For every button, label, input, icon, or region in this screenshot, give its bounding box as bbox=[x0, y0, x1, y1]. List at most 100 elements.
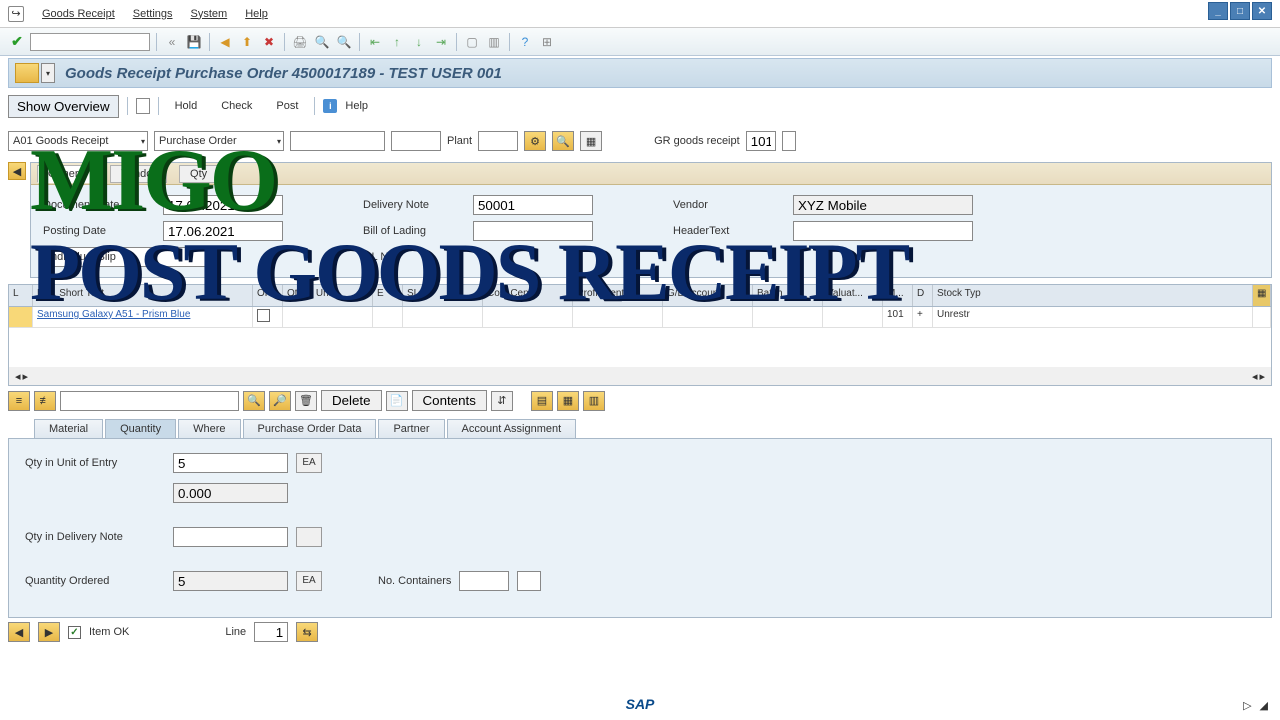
prev-item-button[interactable]: ◀ bbox=[8, 622, 30, 642]
col-profit[interactable]: Profit Center bbox=[573, 285, 663, 306]
contents-button[interactable]: Contents bbox=[412, 390, 487, 411]
nav-back-icon[interactable]: ◀ bbox=[216, 33, 234, 51]
print-icon[interactable]: 🖨 bbox=[291, 33, 309, 51]
grid-scrollbar[interactable]: ◂▸ ◂▸ bbox=[9, 367, 1271, 385]
document-icon[interactable] bbox=[136, 98, 150, 114]
vendor-input[interactable] bbox=[793, 195, 973, 215]
filter-input[interactable] bbox=[60, 391, 239, 411]
tab-general[interactable]: General bbox=[37, 165, 98, 183]
last-page-icon[interactable]: ⇥ bbox=[432, 33, 450, 51]
split-button[interactable]: ⇵ bbox=[491, 391, 513, 411]
command-field[interactable] bbox=[30, 33, 150, 51]
layout-icon[interactable]: ▥ bbox=[485, 33, 503, 51]
col-mat[interactable]: Mat. Short Text bbox=[33, 285, 253, 306]
slip-dropdown[interactable]: Individual Slip▾ bbox=[43, 247, 213, 267]
row-ok-checkbox[interactable] bbox=[257, 309, 270, 322]
line-input[interactable] bbox=[254, 622, 288, 642]
menu-settings[interactable]: Settings bbox=[133, 8, 173, 20]
menu-help[interactable]: Help bbox=[245, 8, 268, 20]
col-valuat[interactable]: Valuat... bbox=[823, 285, 883, 306]
delete-button[interactable]: Delete bbox=[321, 390, 382, 411]
window-controls[interactable]: _ □ ✕ bbox=[1208, 2, 1272, 20]
col-cost[interactable]: Cost Center bbox=[483, 285, 573, 306]
next-item-button[interactable]: ▶ bbox=[38, 622, 60, 642]
find-next-icon[interactable]: 🔍 bbox=[335, 33, 353, 51]
show-overview-button[interactable]: Show Overview bbox=[8, 95, 119, 118]
title-dropdown[interactable]: ▾ bbox=[41, 63, 55, 83]
check-button[interactable]: Check bbox=[213, 97, 260, 115]
new-session-icon[interactable]: ▢ bbox=[463, 33, 481, 51]
headertext-input[interactable] bbox=[793, 221, 973, 241]
deselect-button[interactable]: ≢ bbox=[34, 391, 56, 411]
col-stock[interactable]: Stock Typ bbox=[933, 285, 1253, 306]
find-item-button[interactable]: 🔍 bbox=[243, 391, 265, 411]
post-button[interactable]: Post bbox=[268, 97, 306, 115]
col-sloc[interactable]: SLoc bbox=[403, 285, 483, 306]
enter-icon[interactable]: ✔ bbox=[8, 33, 26, 51]
close-button[interactable]: ✕ bbox=[1252, 2, 1272, 20]
tab-where[interactable]: Where bbox=[178, 419, 240, 438]
layout1-button[interactable]: ▤ bbox=[531, 391, 553, 411]
prev-page-icon[interactable]: ↑ bbox=[388, 33, 406, 51]
execute-button[interactable]: ⚙ bbox=[524, 131, 546, 151]
search-po-button[interactable]: 🔍 bbox=[552, 131, 574, 151]
grid-button[interactable]: ▦ bbox=[580, 131, 602, 151]
help-icon[interactable]: ? bbox=[516, 33, 534, 51]
col-line[interactable]: L bbox=[9, 285, 33, 306]
po-number-input[interactable] bbox=[290, 131, 385, 151]
find-icon[interactable]: 🔍 bbox=[313, 33, 331, 51]
col-ok[interactable]: OK bbox=[253, 285, 283, 306]
col-qty[interactable]: Qty in UnE bbox=[283, 285, 373, 306]
first-page-icon[interactable]: ⇤ bbox=[366, 33, 384, 51]
table-row[interactable]: Samsung Galaxy A51 - Prism Blue 101 + Un… bbox=[9, 307, 1271, 327]
action-dropdown[interactable]: A01 Goods Receipt▾ bbox=[8, 131, 148, 151]
reference-dropdown[interactable]: Purchase Order▾ bbox=[154, 131, 284, 151]
nav-cancel-icon[interactable]: ✖ bbox=[260, 33, 278, 51]
col-unit[interactable]: E bbox=[373, 285, 403, 306]
scroll-right2-icon[interactable]: ▸ bbox=[1259, 370, 1265, 383]
line-sync-button[interactable]: ⇆ bbox=[296, 622, 318, 642]
qty-entry-input[interactable] bbox=[173, 453, 288, 473]
delivery-note-input[interactable] bbox=[473, 195, 593, 215]
col-m[interactable]: M... bbox=[883, 285, 913, 306]
tab-account[interactable]: Account Assignment bbox=[447, 419, 577, 438]
tab-material[interactable]: Material bbox=[34, 419, 103, 438]
back-icon[interactable]: « bbox=[163, 33, 181, 51]
next-page-icon[interactable]: ↓ bbox=[410, 33, 428, 51]
col-batch[interactable]: Batch bbox=[753, 285, 823, 306]
nav-exit-icon[interactable]: ⬆ bbox=[238, 33, 256, 51]
resize-icon[interactable]: ◢ bbox=[1260, 699, 1268, 712]
scroll-left-icon[interactable]: ◂ bbox=[15, 370, 21, 383]
layout3-button[interactable]: ▥ bbox=[583, 391, 605, 411]
po-item-input[interactable] bbox=[391, 131, 441, 151]
save-icon[interactable]: 💾 bbox=[185, 33, 203, 51]
movement-sign-input[interactable] bbox=[782, 131, 796, 151]
col-gl[interactable]: G/L Account bbox=[663, 285, 753, 306]
qty-delivery-input[interactable] bbox=[173, 527, 288, 547]
movement-type-input[interactable] bbox=[746, 131, 776, 151]
trash-icon[interactable]: 🗑 bbox=[295, 391, 317, 411]
layout2-button[interactable]: ▦ bbox=[557, 391, 579, 411]
tab-vendor[interactable]: Vendor bbox=[110, 165, 167, 183]
select-all-button[interactable]: ≡ bbox=[8, 391, 30, 411]
scroll-left2-icon[interactable]: ◂ bbox=[1252, 370, 1258, 383]
bol-input[interactable] bbox=[473, 221, 593, 241]
post-date-input[interactable] bbox=[163, 221, 283, 241]
contents-icon[interactable]: 📄 bbox=[386, 391, 408, 411]
scroll-right-icon[interactable]: ▸ bbox=[23, 370, 29, 383]
col-d[interactable]: D bbox=[913, 285, 933, 306]
tab-po-data[interactable]: Purchase Order Data bbox=[243, 419, 377, 438]
grid-config-button[interactable]: ▦ bbox=[1253, 285, 1271, 306]
maximize-button[interactable]: □ bbox=[1230, 2, 1250, 20]
menu-goods-receipt[interactable]: Goods Receipt bbox=[42, 8, 115, 20]
header-collapse-button[interactable]: ◀ bbox=[8, 162, 26, 180]
material-link[interactable]: Samsung Galaxy A51 - Prism Blue bbox=[33, 307, 253, 327]
doc-date-input[interactable] bbox=[163, 195, 283, 215]
containers-input[interactable] bbox=[459, 571, 509, 591]
hold-button[interactable]: Hold bbox=[167, 97, 206, 115]
find-next-item-button[interactable]: 🔎 bbox=[269, 391, 291, 411]
item-ok-checkbox[interactable] bbox=[68, 626, 81, 639]
tab-qty[interactable]: Qty bbox=[179, 165, 218, 183]
plant-input[interactable] bbox=[478, 131, 518, 151]
menu-system[interactable]: System bbox=[191, 8, 228, 20]
